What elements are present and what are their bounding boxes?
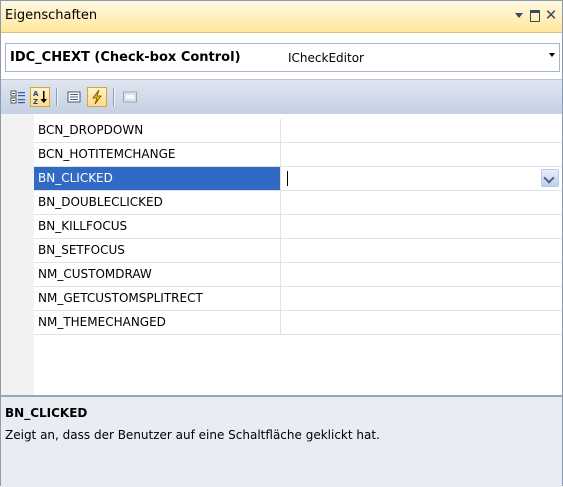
event-grid: BCN_DROPDOWN BCN_HOTITEMCHANGE BN_CLICKE… — [1, 114, 562, 395]
event-handler-field[interactable] — [281, 167, 562, 190]
event-name: NM_CUSTOMDRAW — [34, 263, 281, 286]
close-icon[interactable]: ✕ — [544, 7, 558, 23]
event-handler-value[interactable] — [281, 143, 562, 166]
event-name: BN_DOUBLECLICKED — [34, 191, 281, 214]
event-handler-value[interactable] — [281, 191, 562, 214]
float-icon[interactable] — [528, 7, 542, 23]
event-handler-value[interactable] — [281, 311, 562, 334]
description-title: BN_CLICKED — [5, 406, 88, 420]
properties-icon[interactable] — [64, 87, 84, 107]
event-row[interactable]: BCN_HOTITEMCHANGE — [34, 143, 562, 167]
toolbar-separator — [56, 88, 57, 106]
grid-gutter — [1, 114, 34, 395]
event-handler-value[interactable] — [281, 215, 562, 238]
control-events-icon[interactable] — [87, 87, 107, 107]
event-name: BCN_HOTITEMCHANGE — [34, 143, 281, 166]
event-handler-value[interactable] — [281, 287, 562, 310]
categorized-icon[interactable] — [8, 87, 28, 107]
event-name: BN_KILLFOCUS — [34, 215, 281, 238]
text-caret — [287, 171, 288, 186]
chevron-down-icon[interactable] — [541, 169, 559, 187]
svg-text:A: A — [33, 90, 39, 98]
event-row[interactable]: BN_DOUBLECLICKED — [34, 191, 562, 215]
toolbar-separator — [113, 88, 114, 106]
panel-title: Eigenschaften — [5, 8, 98, 23]
svg-text:Z: Z — [33, 98, 38, 105]
event-handler-value[interactable] — [281, 263, 562, 286]
object-name: IDC_CHEXT (Check-box Control) — [10, 50, 241, 65]
properties-toolbar: A Z — [1, 79, 562, 115]
event-row-selected[interactable]: BN_CLICKED — [34, 167, 562, 191]
event-handler-value[interactable] — [281, 239, 562, 262]
event-row[interactable]: NM_THEMECHANGED — [34, 311, 562, 335]
event-name: BN_CLICKED — [34, 167, 281, 190]
properties-panel: Eigenschaften ✕ IDC_CHEXT (Check-box Con… — [0, 0, 563, 487]
event-row[interactable]: BN_KILLFOCUS — [34, 215, 562, 239]
property-pages-icon[interactable] — [120, 87, 140, 107]
event-handler-value[interactable] — [281, 119, 562, 142]
chevron-down-icon[interactable] — [549, 53, 555, 57]
object-type: ICheckEditor — [288, 51, 364, 65]
description-text: Zeigt an, dass der Benutzer auf eine Sch… — [5, 428, 380, 442]
event-row[interactable]: BN_SETFOCUS — [34, 239, 562, 263]
description-pane: BN_CLICKED Zeigt an, dass der Benutzer a… — [1, 395, 562, 487]
event-name: NM_GETCUSTOMSPLITRECT — [34, 287, 281, 310]
object-selector[interactable]: IDC_CHEXT (Check-box Control) ICheckEdit… — [5, 43, 560, 72]
window-position-icon[interactable] — [512, 7, 526, 23]
event-name: BCN_DROPDOWN — [34, 119, 281, 142]
event-row[interactable]: BCN_DROPDOWN — [34, 119, 562, 143]
panel-title-bar[interactable]: Eigenschaften ✕ — [1, 1, 562, 33]
event-name: NM_THEMECHANGED — [34, 311, 281, 334]
event-row[interactable]: NM_CUSTOMDRAW — [34, 263, 562, 287]
alphabetical-icon[interactable]: A Z — [30, 87, 50, 107]
event-name: BN_SETFOCUS — [34, 239, 281, 262]
event-row[interactable]: NM_GETCUSTOMSPLITRECT — [34, 287, 562, 311]
